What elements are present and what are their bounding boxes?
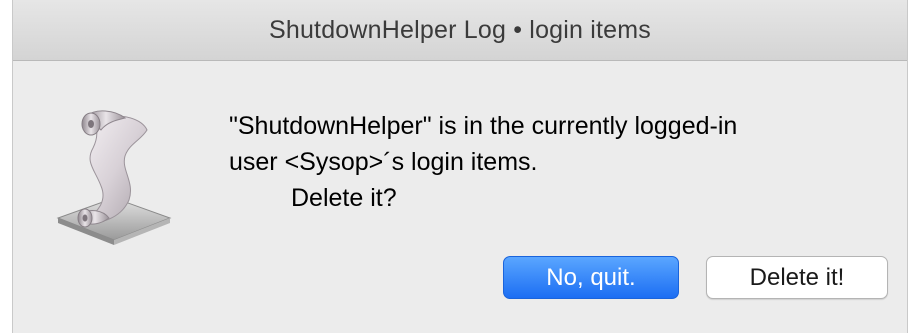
message-line-2: user <Sysop>´s login items. <box>229 148 538 176</box>
dialog-message: "ShutdownHelper" is in the currently log… <box>229 108 879 216</box>
message-line-1: "ShutdownHelper" is in the currently log… <box>229 112 738 140</box>
title-bar[interactable]: ShutdownHelper Log • login items <box>13 0 907 61</box>
delete-it-button[interactable]: Delete it! <box>706 256 888 299</box>
message-line-3: Delete it? <box>291 184 397 212</box>
script-editor-scroll-icon <box>56 110 172 245</box>
window-title: ShutdownHelper Log • login items <box>268 15 652 44</box>
dialog-window: ShutdownHelper Log • login items "Shutdo… <box>12 0 908 333</box>
no-quit-button[interactable]: No, quit. <box>503 256 679 299</box>
